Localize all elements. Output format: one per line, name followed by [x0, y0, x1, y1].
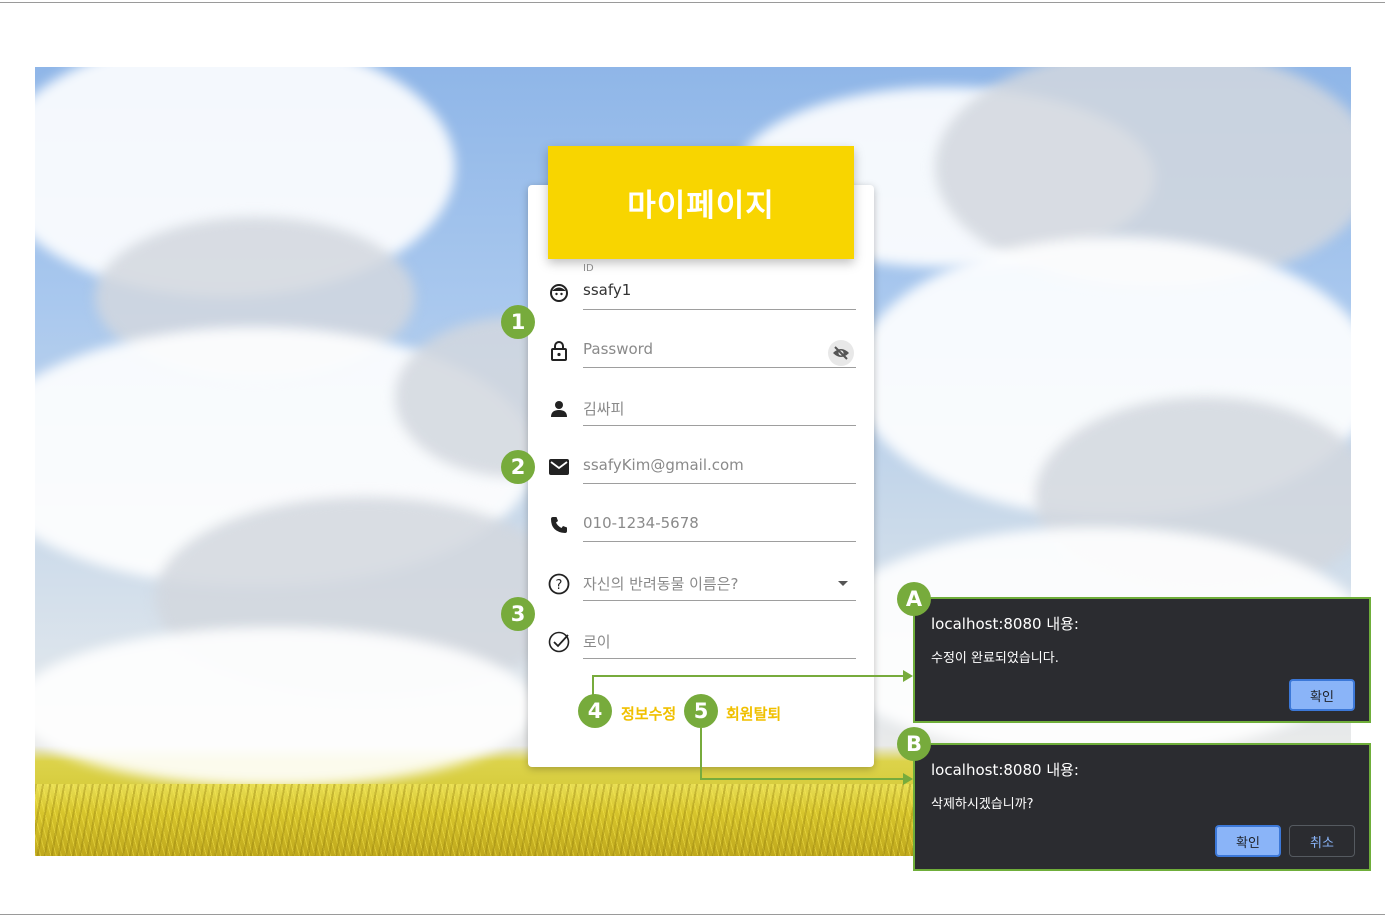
id-field[interactable]: ID ssafy1: [548, 260, 856, 310]
dialog-b-message: 삭제하시겠습니까?: [931, 797, 1034, 812]
callout-badge-a: A: [897, 582, 931, 616]
dialog-b-ok-button[interactable]: 확인: [1215, 825, 1281, 857]
connector-a: [592, 675, 904, 677]
check-circle-icon: [548, 631, 570, 653]
connector-b: [700, 728, 702, 780]
field-underline: [583, 658, 856, 659]
phone-field[interactable]: 010-1234-5678: [548, 492, 856, 542]
field-underline: [583, 483, 856, 484]
phone-value[interactable]: 010-1234-5678: [583, 514, 699, 532]
top-border: [0, 2, 1385, 3]
id-label: ID: [583, 263, 594, 274]
callout-badge-5: 5: [684, 694, 718, 728]
field-underline: [583, 367, 856, 368]
dialog-b-cancel-button[interactable]: 취소: [1289, 825, 1355, 857]
id-value: ssafy1: [583, 281, 632, 299]
delete-button[interactable]: 회원탈퇴: [726, 703, 781, 724]
callout-badge-b: B: [897, 727, 931, 761]
dialog-a-title: localhost:8080 내용:: [931, 615, 1079, 633]
answer-field[interactable]: 로이: [548, 609, 856, 659]
field-underline: [583, 541, 856, 542]
password-input[interactable]: Password: [583, 340, 653, 358]
password-field[interactable]: Password: [548, 318, 856, 368]
answer-value[interactable]: 로이: [583, 631, 611, 652]
phone-icon: [548, 514, 570, 536]
connector-a-arrow: [903, 670, 913, 682]
email-field[interactable]: ssafyKim@gmail.com: [548, 434, 856, 484]
dialog-a-ok-button[interactable]: 확인: [1289, 679, 1355, 711]
callout-badge-4: 4: [578, 694, 612, 728]
callout-badge-2: 2: [501, 450, 535, 484]
question-value: 자신의 반려동물 이름은?: [583, 575, 739, 593]
field-underline: [583, 425, 856, 426]
update-button[interactable]: 정보수정: [621, 703, 676, 724]
page-title: 마이페이지: [627, 188, 775, 224]
callout-badge-1: 1: [501, 305, 535, 339]
dialog-a-message: 수정이 완료되었습니다.: [931, 651, 1059, 666]
dialog-b-title: localhost:8080 내용:: [931, 761, 1079, 779]
connector-b: [700, 778, 904, 780]
field-underline: [583, 600, 856, 601]
confirm-dialog-b: localhost:8080 내용: 삭제하시겠습니까? 확인 취소: [913, 743, 1371, 871]
callout-badge-3: 3: [501, 597, 535, 631]
name-field[interactable]: 김싸피: [548, 376, 856, 426]
person-icon: [548, 398, 570, 420]
question-select[interactable]: ? 자신의 반려동물 이름은?: [548, 551, 856, 601]
alert-dialog-a: localhost:8080 내용: 수정이 완료되었습니다. 확인: [913, 597, 1371, 723]
bottom-border: [0, 914, 1385, 915]
svg-text:?: ?: [556, 578, 563, 593]
field-underline: [583, 309, 856, 310]
page-banner: 마이페이지: [548, 146, 854, 259]
email-value[interactable]: ssafyKim@gmail.com: [583, 456, 744, 474]
lock-icon: [548, 340, 570, 362]
face-icon: [548, 282, 570, 304]
mail-icon: [548, 456, 570, 478]
question-icon: ?: [548, 573, 570, 595]
connector-b-arrow: [903, 773, 913, 785]
name-value[interactable]: 김싸피: [583, 398, 624, 419]
dropdown-caret-icon[interactable]: [838, 581, 848, 586]
eye-off-icon[interactable]: [828, 340, 854, 366]
